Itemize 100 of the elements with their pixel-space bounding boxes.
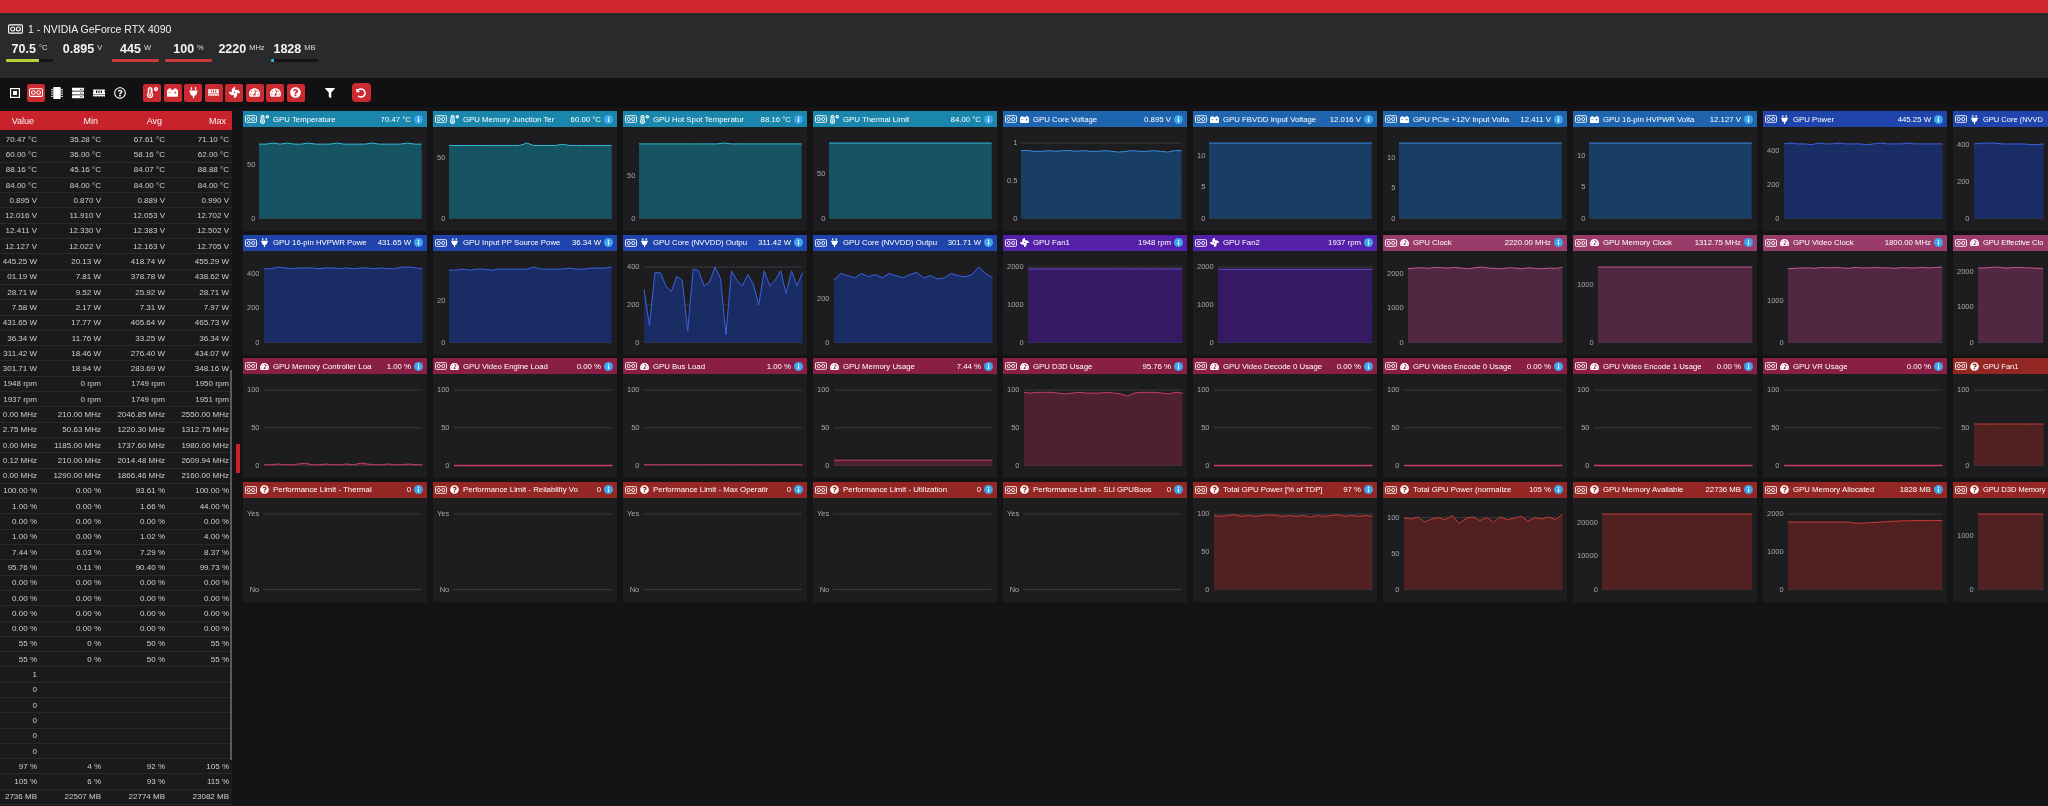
help-icon	[640, 485, 649, 494]
info-icon[interactable]	[414, 361, 423, 371]
info-icon[interactable]	[1934, 238, 1943, 247]
table-cell-text: 11.76 W	[71, 333, 102, 343]
table-cell-text: 405.64 W	[130, 318, 166, 328]
help-icon	[114, 86, 126, 99]
info-icon[interactable]	[604, 361, 613, 371]
help-icon	[450, 485, 459, 494]
metric-value: 1828	[273, 42, 302, 57]
info-icon[interactable]	[1174, 485, 1183, 494]
help-icon	[1780, 485, 1789, 494]
table-cell-text: 7.97 W	[203, 302, 230, 312]
info-icon[interactable]	[1744, 114, 1753, 124]
graphics-card-icon	[8, 24, 23, 34]
table-cell-text: 2014.48 MHz	[117, 455, 166, 465]
view-tab[interactable]	[27, 83, 45, 102]
graphics-card-icon	[1195, 115, 1207, 123]
column-header[interactable]: Avg	[146, 115, 168, 126]
progress-bar	[6, 59, 53, 62]
filter-toggle[interactable]	[184, 83, 202, 102]
info-icon[interactable]	[1364, 238, 1373, 247]
info-icon[interactable]	[1744, 238, 1753, 247]
table-cell-text: 1	[32, 670, 38, 680]
table-cell-text: 88.88 °C	[197, 165, 230, 175]
graphics-card-icon	[245, 362, 257, 370]
table-cell-text: 7.81 W	[75, 272, 102, 282]
column-header[interactable]: Min	[83, 115, 104, 126]
info-icon[interactable]	[604, 238, 613, 247]
info-icon[interactable]	[1744, 485, 1753, 494]
table-cell-text: 1185.00 MHz	[54, 440, 102, 450]
graphics-card-icon	[815, 238, 827, 247]
table-cell-text: 0	[32, 685, 38, 695]
info-icon[interactable]	[414, 485, 423, 494]
filter-toggle[interactable]	[286, 83, 305, 102]
filter-toggle[interactable]	[143, 83, 161, 102]
table-cell-text: 17.77 W	[71, 318, 102, 328]
info-icon[interactable]	[794, 114, 803, 124]
info-icon[interactable]	[984, 485, 993, 494]
graphics-card-icon	[435, 115, 447, 123]
progress-bar	[165, 59, 212, 62]
reset-button[interactable]	[351, 83, 371, 102]
table-cell-text: 0.00 %	[204, 608, 230, 618]
info-icon[interactable]	[1934, 114, 1943, 124]
info-icon[interactable]	[794, 361, 803, 371]
table-cell-text: 100.00 %	[195, 486, 230, 496]
info-icon[interactable]	[414, 114, 423, 124]
info-icon[interactable]	[984, 361, 993, 371]
help-icon	[1970, 485, 1979, 494]
splitter-handle[interactable]	[236, 444, 240, 473]
info-icon[interactable]	[414, 238, 423, 247]
info-icon[interactable]	[1934, 361, 1943, 371]
scrollbar-thumb[interactable]	[230, 370, 232, 760]
table-cell-text: 1290.00 MHz	[53, 471, 102, 481]
help-icon	[260, 485, 269, 494]
info-icon[interactable]	[1174, 114, 1183, 124]
graphics-card-icon	[1195, 485, 1207, 494]
memory-icon	[93, 86, 105, 99]
table-cell-text: 84.00 °C	[5, 180, 38, 190]
filter-toggle[interactable]	[204, 83, 223, 102]
info-icon[interactable]	[1554, 361, 1563, 371]
info-icon[interactable]	[1554, 485, 1563, 494]
info-icon[interactable]	[984, 114, 993, 124]
filter-toggle[interactable]	[225, 83, 243, 102]
fan-icon	[1020, 238, 1029, 247]
info-icon[interactable]	[1174, 361, 1183, 371]
filter-toggle[interactable]	[163, 83, 182, 102]
filter-toggle[interactable]	[245, 83, 264, 102]
info-icon[interactable]	[1744, 361, 1753, 371]
table-cell-text: 11.910 V	[69, 211, 102, 221]
info-icon[interactable]	[1364, 114, 1373, 124]
info-icon[interactable]	[794, 238, 803, 247]
info-icon[interactable]	[1364, 485, 1373, 494]
column-header[interactable]: Max	[209, 115, 232, 126]
column-header[interactable]: Value	[11, 115, 40, 126]
info-icon[interactable]	[1934, 485, 1943, 494]
info-icon[interactable]	[984, 238, 993, 247]
filter-toggle[interactable]	[266, 83, 284, 102]
table-cell-text: 4.00 %	[204, 532, 230, 542]
table-cell-text: 84.07 °C	[133, 165, 166, 175]
info-icon[interactable]	[604, 485, 613, 494]
table-cell-text: 20.13 W	[71, 257, 102, 266]
info-icon[interactable]	[1174, 238, 1183, 247]
table-cell-text: 2.17 W	[75, 302, 102, 312]
table-cell-text: 0.00 %	[76, 501, 102, 511]
info-icon[interactable]	[794, 485, 803, 494]
table-cell-text: 0 %	[87, 639, 102, 649]
info-icon[interactable]	[1364, 361, 1373, 371]
table-cell-text: 0.990 V	[201, 195, 230, 205]
info-icon[interactable]	[1554, 114, 1563, 124]
table-cell-text: 12.330 V	[68, 226, 102, 236]
metric-value: 70.5	[11, 42, 36, 57]
table-cell-text: 0.00 %	[12, 608, 38, 618]
progress-bar	[112, 59, 159, 62]
info-icon[interactable]	[1554, 238, 1563, 247]
fan-icon	[228, 87, 240, 98]
table-cell-text: 2160.00 MHz	[181, 471, 230, 481]
info-icon[interactable]	[604, 114, 613, 124]
table-cell-text: 1737.60 MHz	[117, 440, 166, 450]
table-cell-text: 0.00 %	[12, 578, 38, 588]
gauge-icon	[1210, 361, 1219, 371]
